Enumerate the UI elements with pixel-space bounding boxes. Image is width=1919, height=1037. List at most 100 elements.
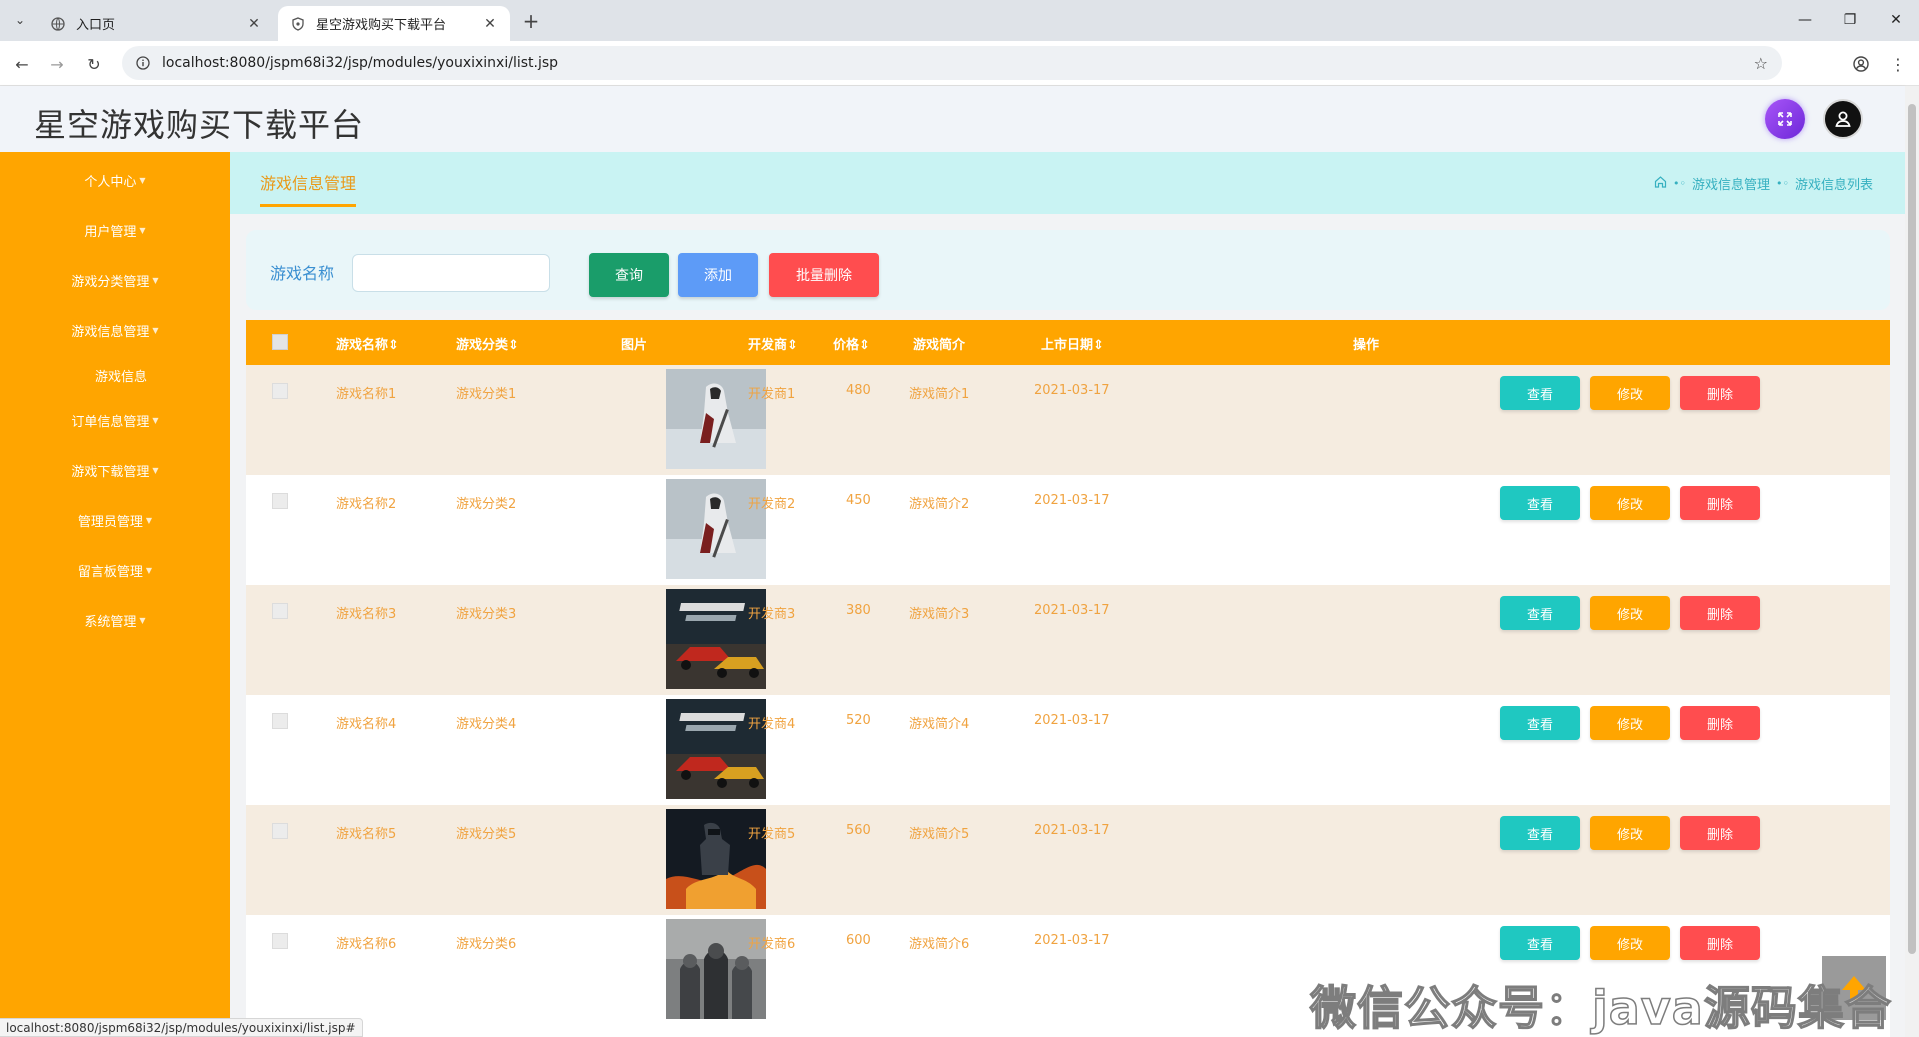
forward-arrow-icon[interactable]: → xyxy=(45,52,69,76)
column-header-category[interactable]: 游戏分类⇕ xyxy=(456,334,519,353)
cell-price: 600 xyxy=(846,933,871,948)
delete-button[interactable]: 删除 xyxy=(1680,376,1760,410)
cell-price: 380 xyxy=(846,603,871,618)
table-row: 游戏名称5 游戏分类5 开发商5 560 游戏简介5 2021-03-17 查看… xyxy=(246,805,1890,915)
sidebar-item-order-management[interactable]: 订单信息管理 ▼ xyxy=(0,405,230,435)
address-bar[interactable]: localhost:8080/jspm68i32/jsp/modules/you… xyxy=(122,46,1782,80)
window-close-icon[interactable]: ✕ xyxy=(1884,8,1908,32)
delete-button[interactable]: 删除 xyxy=(1680,486,1760,520)
column-header-release-date[interactable]: 上市日期⇕ xyxy=(1041,334,1104,353)
sidebar-item-admin-management[interactable]: 管理员管理 ▼ xyxy=(0,505,230,535)
browser-menu-icon[interactable]: ⋮ xyxy=(1886,52,1910,76)
column-header-price[interactable]: 价格⇕ xyxy=(833,334,870,353)
cell-category: 游戏分类3 xyxy=(456,607,517,622)
view-button[interactable]: 查看 xyxy=(1500,596,1580,630)
sidebar-item-label: 游戏分类管理 xyxy=(71,274,150,290)
cell-release-date: 2021-03-17 xyxy=(1034,933,1110,948)
search-label: 游戏名称 xyxy=(270,264,335,283)
breadcrumb-item[interactable]: 游戏信息管理 xyxy=(1692,174,1770,193)
column-header-name[interactable]: 游戏名称⇕ xyxy=(336,334,399,353)
sidebar-item-user-management[interactable]: 用户管理 ▼ xyxy=(0,215,230,245)
cell-developer: 开发商2 xyxy=(748,497,796,512)
breadcrumb-separator-icon: •◦ xyxy=(1673,177,1686,190)
scrollbar-thumb[interactable] xyxy=(1908,104,1916,954)
query-button[interactable]: 查询 xyxy=(589,253,669,297)
sidebar-item-game-category[interactable]: 游戏分类管理 ▼ xyxy=(0,265,230,295)
edit-button[interactable]: 修改 xyxy=(1590,486,1670,520)
sidebar-item-label: 管理员管理 xyxy=(77,514,143,530)
tab-game-info-management[interactable]: 游戏信息管理 xyxy=(260,170,357,207)
cell-release-date: 2021-03-17 xyxy=(1034,823,1110,838)
sidebar-item-label: 系统管理 xyxy=(84,614,137,630)
edit-button[interactable]: 修改 xyxy=(1590,596,1670,630)
sidebar-item-system-management[interactable]: 系统管理 ▼ xyxy=(0,605,230,635)
cell-name: 游戏名称6 xyxy=(336,937,397,952)
cell-release-date: 2021-03-17 xyxy=(1034,383,1110,398)
edit-button[interactable]: 修改 xyxy=(1590,816,1670,850)
delete-button[interactable]: 删除 xyxy=(1680,596,1760,630)
sidebar-subitem-game-info[interactable]: 游戏信息 xyxy=(0,360,230,390)
cell-developer: 开发商1 xyxy=(748,387,796,402)
tab-search-chevron-icon[interactable]: ⌄ xyxy=(8,9,32,31)
sidebar-item-message-board[interactable]: 留言板管理 ▼ xyxy=(0,555,230,585)
add-button[interactable]: 添加 xyxy=(678,253,758,297)
delete-button[interactable]: 删除 xyxy=(1680,706,1760,740)
browser-tab-strip: ⌄ 入口页 ✕ 星空游戏购买下载平台 ✕ + — ❐ ✕ xyxy=(0,0,1919,41)
page-scrollbar[interactable] xyxy=(1905,86,1919,1037)
sidebar-item-download-management[interactable]: 游戏下载管理 ▼ xyxy=(0,455,230,485)
site-info-icon[interactable] xyxy=(134,54,152,72)
sidebar-item-personal-center[interactable]: 个人中心 ▼ xyxy=(0,165,230,195)
browser-tab-title: 入口页 xyxy=(76,18,116,33)
cell-developer: 开发商3 xyxy=(748,607,796,622)
sidebar-item-game-info-management[interactable]: 游戏信息管理 ▼ xyxy=(0,315,230,345)
column-header-image: 图片 xyxy=(621,338,648,353)
new-tab-plus-icon[interactable]: + xyxy=(520,9,542,33)
row-checkbox[interactable] xyxy=(272,383,288,399)
fullscreen-toggle-icon[interactable] xyxy=(1765,99,1805,139)
cell-name: 游戏名称2 xyxy=(336,497,397,512)
profile-icon[interactable] xyxy=(1849,52,1873,76)
restore-icon[interactable]: ❐ xyxy=(1838,8,1862,32)
browser-toolbar: ← → ↻ localhost:8080/jspm68i32/jsp/modul… xyxy=(0,41,1919,86)
sidebar-item-label: 用户管理 xyxy=(84,224,137,240)
row-checkbox[interactable] xyxy=(272,493,288,509)
batch-delete-button[interactable]: 批量删除 xyxy=(769,253,879,297)
minimize-icon[interactable]: — xyxy=(1793,8,1817,32)
row-checkbox[interactable] xyxy=(272,603,288,619)
view-button[interactable]: 查看 xyxy=(1500,376,1580,410)
cell-category: 游戏分类5 xyxy=(456,827,517,842)
edit-button[interactable]: 修改 xyxy=(1590,706,1670,740)
table-row: 游戏名称1 游戏分类1 开发商1 480 游戏简介1 2021-03-17 查看… xyxy=(246,365,1890,475)
home-icon[interactable] xyxy=(1654,175,1667,192)
reload-icon[interactable]: ↻ xyxy=(82,52,106,76)
user-avatar-icon[interactable] xyxy=(1823,99,1863,139)
delete-button[interactable]: 删除 xyxy=(1680,926,1760,960)
cell-price: 560 xyxy=(846,823,871,838)
view-button[interactable]: 查看 xyxy=(1500,816,1580,850)
table-row: 游戏名称3 游戏分类3 开发商3 380 游戏简介3 2021-03-17 查看… xyxy=(246,585,1890,695)
browser-tab-active[interactable]: 星空游戏购买下载平台 ✕ xyxy=(278,6,510,41)
back-arrow-icon[interactable]: ← xyxy=(10,52,34,76)
cell-release-date: 2021-03-17 xyxy=(1034,493,1110,508)
tab-close-icon[interactable]: ✕ xyxy=(246,16,262,32)
sidebar-item-label: 游戏信息管理 xyxy=(71,324,150,340)
edit-button[interactable]: 修改 xyxy=(1590,926,1670,960)
view-button[interactable]: 查看 xyxy=(1500,706,1580,740)
site-shield-icon xyxy=(290,16,306,32)
view-button[interactable]: 查看 xyxy=(1500,926,1580,960)
delete-button[interactable]: 删除 xyxy=(1680,816,1760,850)
row-checkbox[interactable] xyxy=(272,713,288,729)
edit-button[interactable]: 修改 xyxy=(1590,376,1670,410)
browser-tab-entry[interactable]: 入口页 ✕ xyxy=(38,6,274,41)
tab-close-icon[interactable]: ✕ xyxy=(482,16,498,32)
sidebar-item-label: 游戏信息 xyxy=(94,369,147,385)
bookmark-star-icon[interactable]: ☆ xyxy=(1754,54,1768,73)
sidebar-item-label: 个人中心 xyxy=(84,174,137,190)
column-header-developer[interactable]: 开发商⇕ xyxy=(748,334,798,353)
select-all-checkbox[interactable] xyxy=(272,334,288,350)
row-checkbox[interactable] xyxy=(272,933,288,949)
view-button[interactable]: 查看 xyxy=(1500,486,1580,520)
row-checkbox[interactable] xyxy=(272,823,288,839)
caret-down-icon: ▼ xyxy=(139,175,146,185)
game-name-search-input[interactable] xyxy=(352,254,550,292)
